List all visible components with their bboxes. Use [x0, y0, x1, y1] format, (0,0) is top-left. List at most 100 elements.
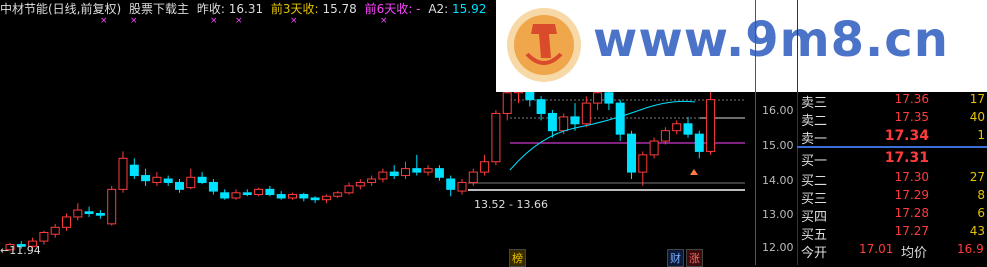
candle-body: [141, 175, 151, 182]
candle-body: [288, 194, 297, 199]
candle-body: [604, 92, 614, 104]
bid-row[interactable]: 买三 17.29 8: [797, 188, 987, 207]
ask-label: 卖二: [801, 114, 828, 129]
candle-body: [333, 192, 343, 197]
candle-body: [355, 181, 365, 187]
candle-body: [152, 176, 162, 183]
bid-label: 买五: [801, 228, 828, 243]
ask-label: 卖三: [801, 96, 828, 111]
candle-body: [683, 123, 693, 135]
bid-volume: 6: [977, 206, 985, 220]
signal-mark-icon: ×: [380, 16, 388, 26]
candle-body: [231, 192, 241, 199]
candle-body: [401, 168, 410, 177]
prev-close-label: 昨收:: [196, 2, 225, 16]
bang-badge[interactable]: 榜: [509, 249, 526, 267]
order-book: 卖三 17.36 17 卖二 17.35 40 卖一 17.34 1 买一 17…: [797, 90, 987, 265]
prev6-value: -: [416, 2, 421, 16]
candle-body: [344, 185, 354, 194]
bid-price: 17.31: [884, 150, 929, 166]
candle-body: [547, 112, 557, 132]
signal-mark-icon: ×: [210, 16, 218, 26]
candle-body: [39, 231, 49, 242]
candle-body: [175, 181, 184, 190]
bid-row[interactable]: 买一 17.31: [797, 150, 987, 169]
candle-body: [706, 99, 716, 152]
candle-body: [107, 188, 117, 225]
open-avg-row: 今开 17.01 均价 16.9: [797, 242, 987, 261]
bid-row[interactable]: 买四 17.28 6: [797, 206, 987, 225]
candle-body: [593, 92, 603, 104]
source-label: 股票下载主: [129, 2, 190, 16]
open-label: 今开: [801, 246, 828, 261]
candle-body: [276, 194, 286, 199]
ask-row[interactable]: 卖三 17.36 17: [797, 92, 987, 111]
signal-mark-icon: ×: [235, 16, 243, 26]
candle-body: [536, 99, 546, 114]
low-price-label: ←11.94: [0, 244, 41, 257]
stock-name: 中材节能(日线,前复权): [0, 2, 122, 16]
prev6-label: 前6天收:: [364, 2, 413, 16]
bid-price: 17.28: [894, 206, 929, 220]
prev3-value: 15.78: [322, 2, 357, 16]
candle-body: [95, 213, 105, 216]
ask-row[interactable]: 卖二 17.35 40: [797, 110, 987, 129]
signal-mark-icon: ×: [290, 16, 298, 26]
candle-body: [434, 168, 444, 178]
candle-body: [491, 112, 501, 163]
watermark-banner: www.9m8.cn: [496, 0, 987, 92]
candle-body: [638, 154, 648, 173]
candle-body: [627, 133, 636, 173]
bid-row[interactable]: 买二 17.30 27: [797, 170, 987, 189]
candle-body: [129, 164, 139, 177]
candle-body: [118, 157, 128, 190]
candle-body: [242, 192, 252, 196]
candle-body: [163, 178, 173, 183]
range-label: 13.52 - 13.66: [474, 198, 548, 211]
candle-body: [457, 181, 467, 192]
axis-tick: 14.00: [762, 174, 794, 187]
ask-row[interactable]: 卖一 17.34 1: [797, 128, 987, 147]
bid-price: 17.30: [894, 170, 929, 184]
candle-body: [84, 211, 94, 214]
site-logo-icon: [507, 8, 581, 82]
candle-body: [367, 178, 377, 183]
axis-tick: 12.00: [762, 241, 794, 254]
bid-label: 买三: [801, 192, 828, 207]
candle-body: [220, 192, 230, 199]
ask-volume: 40: [969, 110, 985, 124]
price-axis: 16.00 15.00 14.00 13.00 12.00: [755, 0, 798, 265]
signal-mark-icon: ×: [130, 16, 138, 26]
axis-tick: 13.00: [762, 208, 794, 221]
cai-badge[interactable]: 财: [667, 249, 684, 267]
prev3-label: 前3天收:: [270, 2, 319, 16]
candle-body: [310, 197, 320, 201]
candle-body: [559, 116, 569, 132]
zhang-badge[interactable]: 涨: [686, 249, 703, 267]
candle-body: [50, 226, 60, 235]
bid-volume: 8: [977, 188, 985, 202]
ask-price: 17.36: [894, 92, 929, 106]
bid-row[interactable]: 买五 17.27 43: [797, 224, 987, 243]
ask-volume: 17: [969, 92, 985, 106]
candle-body: [502, 92, 512, 114]
chart-title-bar: 中材节能(日线,前复权) 股票下载主 昨收: 16.31 前3天收: 15.78…: [0, 2, 490, 16]
bid-label: 买一: [801, 154, 828, 169]
ask-price: 17.35: [894, 110, 929, 124]
avg-value: 16.9: [957, 242, 984, 256]
candle-body: [186, 176, 196, 189]
bid-volume: 27: [969, 170, 985, 184]
candle-body: [412, 168, 422, 173]
candle-body: [649, 140, 659, 156]
bid-price: 17.29: [894, 188, 929, 202]
prev-close-value: 16.31: [228, 2, 264, 16]
candle-body: [321, 195, 331, 201]
bid-price: 17.27: [894, 224, 929, 238]
signal-mark-icon: ×: [100, 16, 108, 26]
candle-body: [581, 102, 591, 125]
candle-body: [615, 102, 625, 135]
a2-label: A2:: [428, 2, 449, 16]
candle-body: [73, 209, 83, 218]
candle-body: [197, 176, 207, 183]
candle-body: [468, 171, 478, 183]
